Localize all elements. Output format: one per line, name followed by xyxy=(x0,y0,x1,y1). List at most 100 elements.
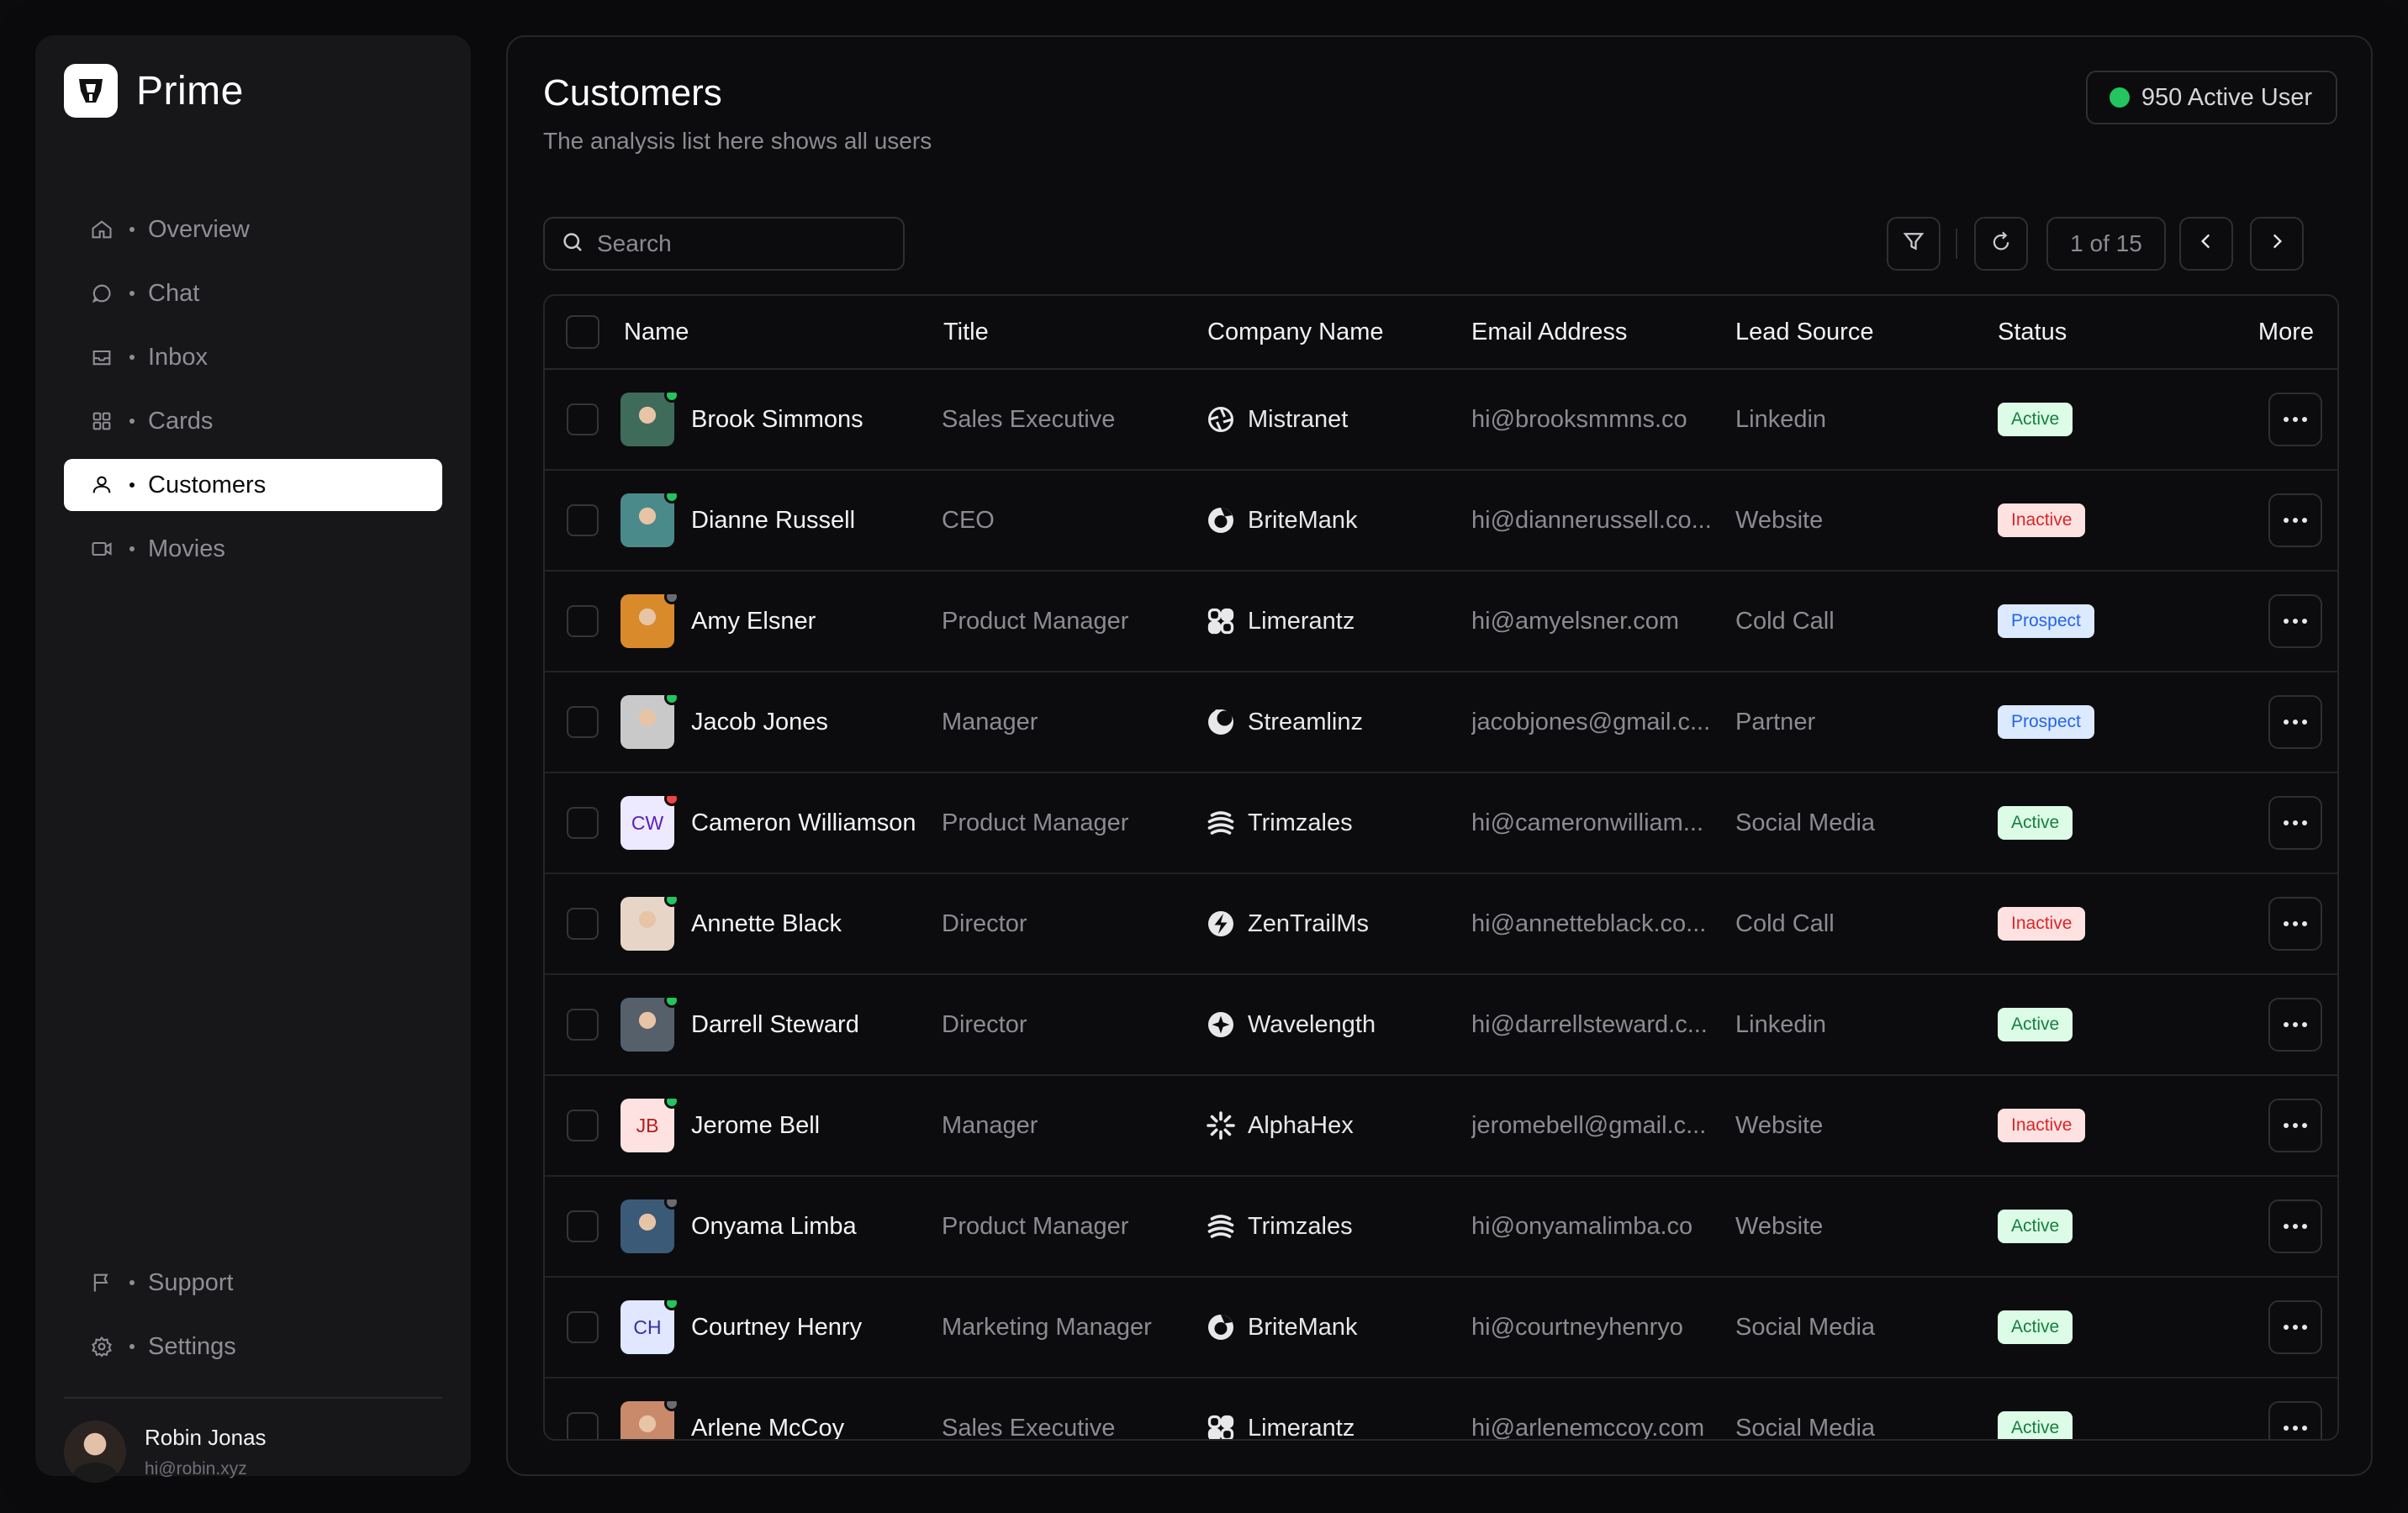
next-page-button[interactable] xyxy=(2250,217,2304,271)
select-all-checkbox[interactable] xyxy=(566,315,599,349)
nav-label: Movies xyxy=(148,535,225,562)
row-checkbox[interactable] xyxy=(567,706,599,738)
more-options-button[interactable] xyxy=(2268,1199,2322,1253)
refresh-button[interactable] xyxy=(1974,217,2028,271)
chat-icon xyxy=(87,279,116,308)
row-checkbox[interactable] xyxy=(567,1311,599,1343)
more-options-button[interactable] xyxy=(2268,1300,2322,1354)
avatar-initials: CH xyxy=(633,1315,662,1338)
dot xyxy=(2302,820,2307,825)
column-header-name[interactable]: Name xyxy=(620,319,942,346)
row-checkbox[interactable] xyxy=(567,1412,599,1439)
avatar: JB xyxy=(620,1099,679,1152)
company-name: Limerantz xyxy=(1248,607,1355,635)
dot xyxy=(2293,720,2298,725)
customer-email: jacobjones@gmail.c... xyxy=(1471,708,1711,735)
column-header-company[interactable]: Company Name xyxy=(1206,319,1471,346)
customer-email: jeromebell@gmail.c... xyxy=(1471,1111,1707,1139)
row-checkbox[interactable] xyxy=(567,1009,599,1041)
gear-icon xyxy=(87,1332,116,1361)
clover-icon xyxy=(1206,606,1236,636)
nav-item-cards[interactable]: Cards xyxy=(64,395,442,447)
nav-item-support[interactable]: Support xyxy=(64,1257,442,1309)
table-row[interactable]: Darrell Steward Director Wavelength hi@d… xyxy=(545,975,2337,1076)
presence-dot-icon xyxy=(664,393,679,403)
row-checkbox[interactable] xyxy=(567,403,599,435)
status-badge: Inactive xyxy=(1998,503,2086,537)
table-row[interactable]: Dianne Russell CEO BriteMank hi@dianneru… xyxy=(545,471,2337,572)
row-checkbox[interactable] xyxy=(567,1210,599,1242)
column-header-email[interactable]: Email Address xyxy=(1471,319,1735,346)
customer-name: Brook Simmons xyxy=(691,405,863,433)
flag-icon xyxy=(87,1268,116,1297)
row-checkbox[interactable] xyxy=(567,504,599,536)
more-options-button[interactable] xyxy=(2268,1099,2322,1152)
table-row[interactable]: JB Jerome Bell Manager AlphaHex jeromebe… xyxy=(545,1076,2337,1177)
column-header-status[interactable]: Status xyxy=(1998,319,2206,346)
customer-title: Product Manager xyxy=(942,607,1129,635)
nav-item-inbox[interactable]: Inbox xyxy=(64,331,442,383)
online-dot-icon xyxy=(2109,87,2130,108)
company-name: Mistranet xyxy=(1248,405,1349,433)
nav-item-movies[interactable]: Movies xyxy=(64,523,442,575)
status-badge: Active xyxy=(1998,1310,2073,1344)
table-row[interactable]: Annette Black Director ZenTrailMs hi@ann… xyxy=(545,874,2337,975)
waves-icon xyxy=(1206,1211,1236,1242)
more-options-button[interactable] xyxy=(2268,493,2322,547)
more-options-button[interactable] xyxy=(2268,594,2322,648)
customer-name: Cameron Williamson xyxy=(691,809,916,836)
nav-item-chat[interactable]: Chat xyxy=(64,267,442,319)
dot xyxy=(2293,1123,2298,1128)
column-header-lead-source[interactable]: Lead Source xyxy=(1735,319,1998,346)
column-header-title[interactable]: Title xyxy=(942,319,1206,346)
table-row[interactable]: Jacob Jones Manager Streamlinz jacobjone… xyxy=(545,672,2337,773)
swirl-icon xyxy=(1206,1312,1236,1342)
prev-page-button[interactable] xyxy=(2179,217,2233,271)
dot xyxy=(2302,720,2307,725)
row-checkbox[interactable] xyxy=(567,807,599,839)
dot xyxy=(2284,1224,2289,1229)
nav-item-customers[interactable]: Customers xyxy=(64,459,442,511)
customer-name: Darrell Steward xyxy=(691,1010,859,1038)
table-row[interactable]: Brook Simmons Sales Executive Mistranet … xyxy=(545,370,2337,471)
more-options-button[interactable] xyxy=(2268,695,2322,749)
more-options-button[interactable] xyxy=(2268,393,2322,446)
nav-item-settings[interactable]: Settings xyxy=(64,1321,442,1373)
customer-title: Product Manager xyxy=(942,809,1129,836)
avatar xyxy=(620,998,679,1052)
more-options-button[interactable] xyxy=(2268,998,2322,1052)
status-badge: Prospect xyxy=(1998,604,2094,638)
table-row[interactable]: Onyama Limba Product Manager Trimzales h… xyxy=(545,1177,2337,1278)
nav-label: Inbox xyxy=(148,343,208,371)
dot xyxy=(2293,1426,2298,1431)
more-options-button[interactable] xyxy=(2268,897,2322,951)
user-profile[interactable]: Robin Jonas hi@robin.xyz xyxy=(64,1421,267,1483)
nav-item-overview[interactable]: Overview xyxy=(64,203,442,256)
brand: Prime xyxy=(64,64,244,118)
customer-title: Director xyxy=(942,909,1027,937)
table-row[interactable]: CW Cameron Williamson Product Manager Tr… xyxy=(545,773,2337,874)
table-row[interactable]: Arlene McCoy Sales Executive Limerantz h… xyxy=(545,1379,2337,1439)
app-frame: Prime Overview Chat Inbox Cards Customer… xyxy=(0,0,2408,1513)
more-options-button[interactable] xyxy=(2268,796,2322,850)
user-email: hi@robin.xyz xyxy=(145,1458,247,1479)
filter-button[interactable] xyxy=(1887,217,1941,271)
customer-email: hi@darrellsteward.c... xyxy=(1471,1010,1708,1038)
dot xyxy=(2284,417,2289,422)
table-row[interactable]: CH Courtney Henry Marketing Manager Brit… xyxy=(545,1278,2337,1379)
company-name: BriteMank xyxy=(1248,506,1358,534)
crescent-icon xyxy=(1206,707,1236,737)
lead-source: Linkedin xyxy=(1735,1010,1827,1038)
filter-icon xyxy=(1901,229,1926,260)
more-options-button[interactable] xyxy=(2268,1401,2322,1439)
row-checkbox[interactable] xyxy=(567,605,599,637)
toolbar-divider xyxy=(1956,229,1957,259)
home-icon xyxy=(87,215,116,244)
search-box[interactable] xyxy=(543,217,905,271)
status-badge: Active xyxy=(1998,1411,2073,1439)
row-checkbox[interactable] xyxy=(567,1110,599,1141)
customer-name: Annette Black xyxy=(691,909,842,937)
row-checkbox[interactable] xyxy=(567,908,599,940)
table-row[interactable]: Amy Elsner Product Manager Limerantz hi@… xyxy=(545,572,2337,672)
search-input[interactable] xyxy=(597,230,900,257)
